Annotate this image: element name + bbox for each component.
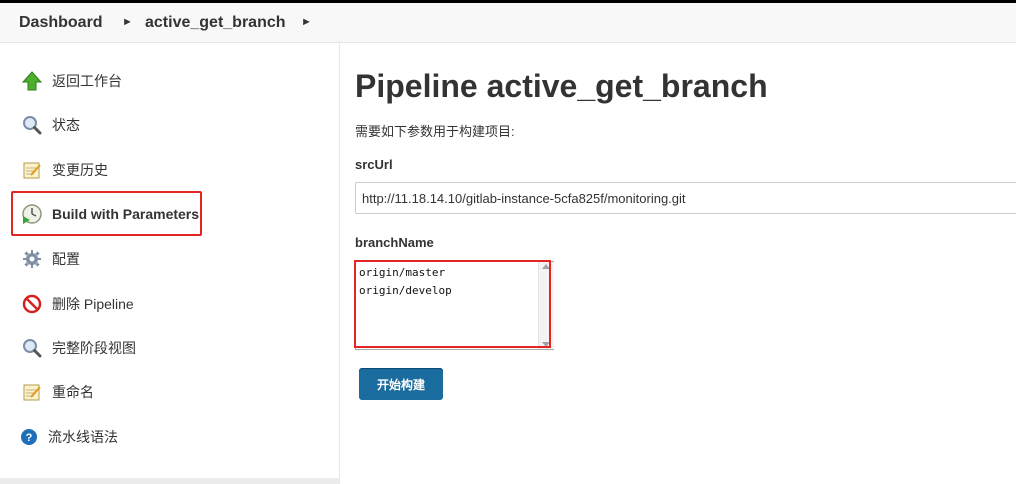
help-icon: ?	[20, 425, 38, 449]
sidebar-item-label: 变更历史	[52, 162, 108, 178]
notepad-icon	[20, 380, 44, 404]
sidebar-item-label: 完整阶段视图	[52, 340, 136, 356]
page-title: Pipeline active_get_branch	[355, 68, 768, 104]
page-description: 需要如下参数用于构建项目:	[355, 124, 515, 139]
sidebar-item-pipeline-syntax[interactable]: ? 流水线语法	[20, 423, 118, 451]
highlight-box	[11, 191, 202, 236]
param-label-branchname: branchName	[355, 235, 434, 250]
breadcrumb: Dashboard ► active_get_branch ►	[0, 3, 1016, 43]
sidebar-item-label: 重命名	[52, 384, 94, 400]
sidebar-item-back-to-dashboard[interactable]: 返回工作台	[20, 67, 122, 95]
sidebar-item-delete-pipeline[interactable]: 删除 Pipeline	[20, 290, 134, 318]
sidebar-item-rename[interactable]: 重命名	[20, 378, 94, 406]
magnifier-icon	[20, 336, 44, 360]
svg-text:?: ?	[26, 432, 33, 444]
highlight-box	[354, 260, 551, 348]
breadcrumb-separator-icon[interactable]: ►	[301, 16, 312, 28]
srcurl-input[interactable]: http://11.18.14.10/gitlab-instance-5cfa8…	[355, 182, 1016, 214]
breadcrumb-dashboard[interactable]: Dashboard	[19, 14, 103, 32]
build-button[interactable]: 开始构建	[359, 368, 443, 400]
sidebar-item-label: 删除 Pipeline	[52, 296, 134, 312]
sidebar-item-changes[interactable]: 变更历史	[20, 156, 108, 184]
sidebar-item-label: 流水线语法	[48, 429, 118, 445]
sidebar-item-status[interactable]: 状态	[20, 111, 80, 139]
no-entry-icon	[20, 292, 44, 316]
sidebar-item-full-stage-view[interactable]: 完整阶段视图	[20, 334, 136, 362]
magnifier-icon	[20, 113, 44, 137]
sidebar-item-label: 状态	[52, 117, 80, 133]
sidebar-item-configure[interactable]: 配置	[20, 245, 80, 273]
gear-icon	[20, 247, 44, 271]
up-arrow-icon	[20, 69, 44, 93]
breadcrumb-job[interactable]: active_get_branch	[145, 14, 286, 32]
sidebar-item-label: 配置	[52, 251, 80, 267]
notepad-icon	[20, 158, 44, 182]
param-label-srcurl: srcUrl	[355, 157, 393, 172]
sidebar-footer	[0, 478, 339, 484]
sidebar-item-label: 返回工作台	[52, 73, 122, 89]
breadcrumb-separator-icon[interactable]: ►	[122, 16, 133, 28]
